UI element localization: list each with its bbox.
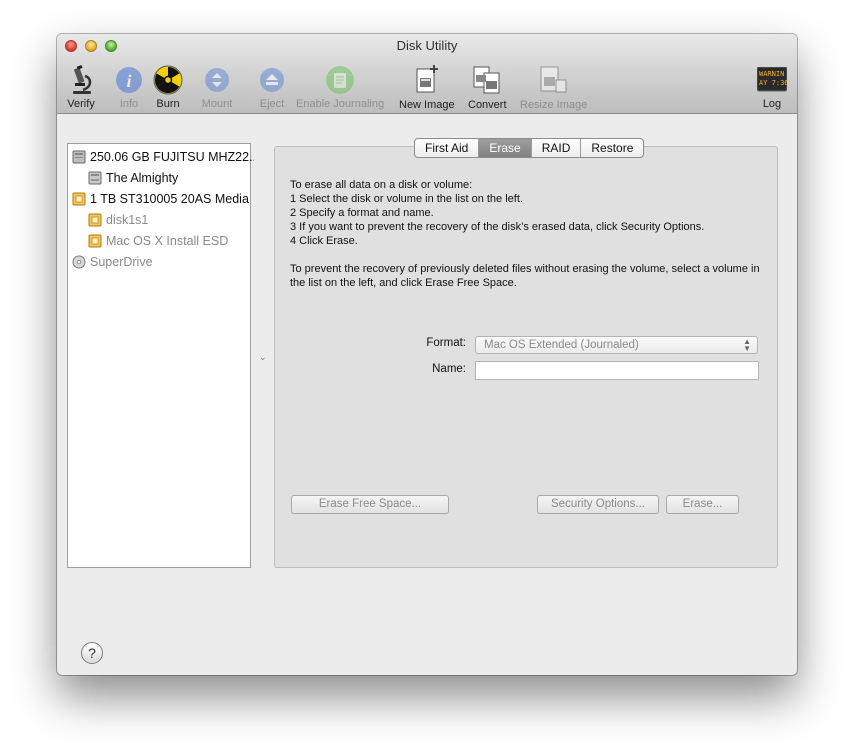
log-label: Log	[762, 98, 782, 110]
journaling-icon	[324, 64, 356, 95]
format-label: Format:	[426, 337, 466, 349]
optical-drive-icon	[72, 255, 86, 268]
svg-text:i: i	[126, 71, 131, 91]
disk-list-sidebar[interactable]: 250.06 GB FUJITSU MHZ22... The Almighty …	[67, 143, 254, 568]
sidebar-item-mac-os-x-install-esd[interactable]: Mac OS X Install ESD	[88, 230, 270, 251]
security-options-button[interactable]: Security Options...	[537, 495, 659, 514]
sidebar-item-label: The Almighty	[106, 170, 179, 185]
tab-bar: First Aid Erase RAID Restore	[414, 138, 645, 158]
sidebar-item-label: 250.06 GB FUJITSU MHZ22...	[90, 149, 254, 164]
external-volume-icon	[88, 213, 102, 226]
eject-icon	[256, 64, 288, 95]
sidebar-item-the-almighty[interactable]: The Almighty	[88, 167, 270, 188]
erase-button[interactable]: Erase...	[666, 495, 739, 514]
tab-restore[interactable]: Restore	[580, 139, 643, 157]
sidebar-item-disk1s1[interactable]: disk1s1	[88, 209, 270, 230]
erase-step-2: 2 Specify a format and name.	[290, 207, 434, 219]
sidebar-item-superdrive[interactable]: SuperDrive	[72, 251, 254, 272]
new-image-button[interactable]: New Image	[399, 64, 455, 111]
sidebar-item-label: 1 TB ST310005 20AS Media	[90, 191, 249, 206]
resize-image-label: Resize Image	[520, 99, 588, 111]
radiation-icon	[152, 64, 184, 95]
mount-icon	[201, 64, 233, 95]
svg-text:AY 7:36: AY 7:36	[759, 79, 787, 87]
enable-journaling-button[interactable]: Enable Journaling	[296, 64, 384, 110]
convert-label: Convert	[468, 99, 507, 111]
sidebar-item-label: disk1s1	[106, 212, 149, 227]
console-log-icon: WARNIN AY 7:36	[756, 64, 788, 95]
eject-label: Eject	[259, 98, 285, 110]
disk-utility-window: Disk Utility Verify i Info Burn Mount Ej…	[57, 34, 797, 675]
split-view-handle[interactable]: ⌄	[259, 352, 267, 363]
enable-journaling-label: Enable Journaling	[296, 98, 385, 110]
erase-step-3: 3 If you want to prevent the recovery of…	[290, 221, 705, 233]
sidebar-item-fujitsu-disk[interactable]: 250.06 GB FUJITSU MHZ22...	[72, 146, 254, 167]
convert-button[interactable]: Convert	[468, 64, 507, 111]
resize-image-button[interactable]: Resize Image	[520, 64, 588, 111]
burn-button[interactable]: Burn	[152, 64, 184, 110]
sidebar-item-label: Mac OS X Install ESD	[106, 233, 229, 248]
erase-free-space-button[interactable]: Erase Free Space...	[291, 495, 449, 514]
erase-intro-text: To erase all data on a disk or volume:	[290, 179, 473, 191]
log-button[interactable]: WARNIN AY 7:36 Log	[756, 64, 788, 110]
window-title: Disk Utility	[396, 38, 458, 53]
convert-icon	[471, 64, 503, 96]
name-label: Name:	[432, 363, 466, 375]
mount-button[interactable]: Mount	[201, 64, 233, 110]
info-icon: i	[113, 64, 145, 95]
help-button[interactable]: ?	[81, 642, 103, 664]
info-label: Info	[119, 98, 139, 110]
new-image-label: New Image	[399, 99, 455, 111]
eject-button[interactable]: Eject	[256, 64, 288, 110]
format-select-value: Mac OS Extended (Journaled)	[484, 339, 639, 351]
sidebar-item-label: SuperDrive	[90, 254, 153, 269]
erase-free-space-note: To prevent the recovery of previously de…	[290, 263, 760, 289]
toolbar: Disk Utility Verify i Info Burn Mount Ej…	[57, 34, 797, 114]
info-button[interactable]: i Info	[113, 64, 145, 110]
verify-label: Verify	[67, 98, 95, 110]
tab-first-aid[interactable]: First Aid	[415, 139, 478, 157]
tab-raid[interactable]: RAID	[530, 139, 581, 157]
erase-step-1: 1 Select the disk or volume in the list …	[290, 193, 523, 205]
tab-erase[interactable]: Erase	[478, 139, 531, 157]
mount-label: Mount	[201, 98, 233, 110]
select-arrows-icon: ▲ ▼	[743, 337, 751, 353]
erase-instructions: To erase all data on a disk or volume: 1…	[290, 178, 770, 290]
burn-label: Burn	[156, 98, 180, 110]
volume-icon	[88, 171, 102, 184]
verify-button[interactable]: Verify	[65, 64, 97, 110]
svg-text:WARNIN: WARNIN	[759, 70, 784, 78]
sidebar-item-st310005-disk[interactable]: 1 TB ST310005 20AS Media	[72, 188, 254, 209]
external-volume-icon	[88, 234, 102, 247]
microscope-icon	[65, 64, 97, 95]
external-disk-icon	[72, 192, 86, 205]
internal-disk-icon	[72, 150, 86, 163]
format-select[interactable]: Mac OS Extended (Journaled) ▲ ▼	[475, 336, 758, 354]
name-field[interactable]	[475, 361, 759, 380]
new-image-icon	[411, 64, 443, 96]
resize-image-icon	[538, 64, 570, 96]
erase-step-4: 4 Click Erase.	[290, 235, 358, 247]
